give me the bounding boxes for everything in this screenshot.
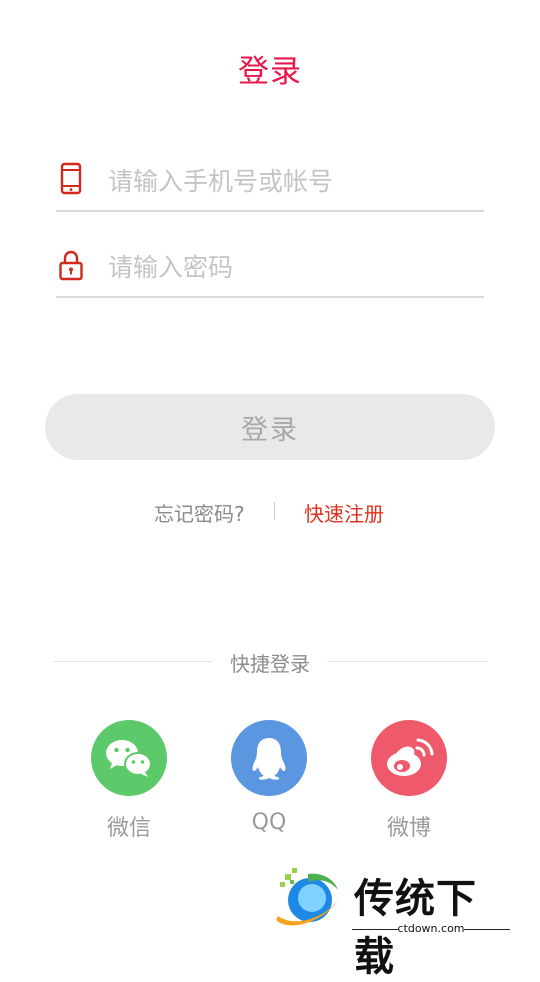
account-input[interactable] (108, 154, 478, 208)
weibo-label: 微博 (386, 816, 431, 841)
lock-icon (58, 248, 84, 282)
quick-login-title: 快捷登录 (230, 652, 310, 676)
link-divider (274, 502, 275, 520)
qq-login-button[interactable]: QQ (231, 720, 307, 835)
page-title: 登录 (238, 54, 302, 90)
watermark-logo (268, 864, 348, 940)
qq-label: QQ (251, 810, 287, 835)
weibo-icon (371, 720, 447, 796)
weibo-login-button[interactable]: 微博 (371, 720, 447, 842)
watermark-line-right (464, 929, 510, 930)
wechat-label: 微信 (106, 816, 151, 841)
auth-links: 忘记密码? 快速注册 (0, 498, 540, 530)
phone-icon (58, 162, 84, 196)
quick-login-header: 快捷登录 (0, 648, 540, 678)
quick-login-divider-right (327, 661, 487, 662)
qq-icon (231, 720, 307, 796)
forgot-password-link[interactable]: 忘记密码? (154, 498, 245, 527)
wechat-icon (91, 720, 167, 796)
account-field (56, 152, 484, 212)
wechat-login-button[interactable]: 微信 (91, 720, 167, 842)
watermark: 传统下载 ctdown.com (268, 862, 514, 980)
watermark-domain-row: ctdown.com (352, 922, 510, 938)
password-field (56, 238, 484, 298)
password-input[interactable] (108, 240, 478, 294)
register-link[interactable]: 快速注册 (304, 498, 384, 527)
login-button[interactable]: 登录 (45, 394, 495, 460)
